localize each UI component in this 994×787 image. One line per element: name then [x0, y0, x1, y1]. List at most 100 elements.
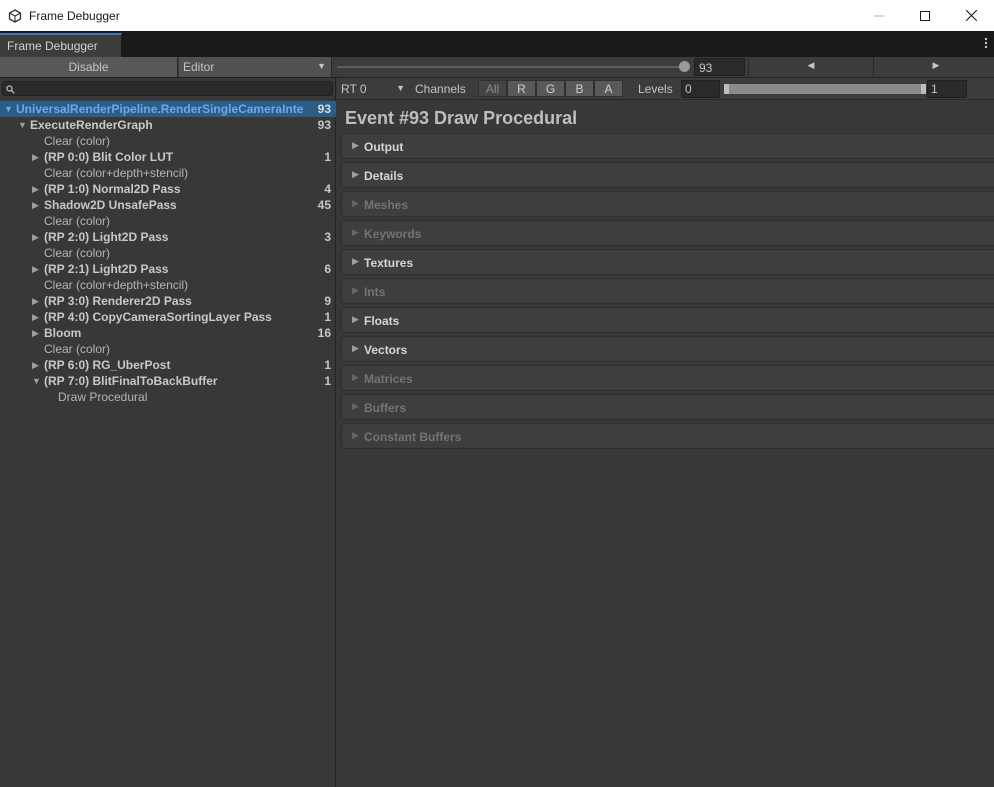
- collapsed-arrow-icon: ▶: [352, 227, 359, 237]
- tree-row[interactable]: Clear (color): [0, 245, 336, 261]
- tree-row-selected[interactable]: ▼ UniversalRenderPipeline.RenderSingleCam…: [0, 101, 336, 117]
- section-keywords: ▶ Keywords: [341, 220, 994, 246]
- search-input[interactable]: [2, 81, 333, 96]
- expanded-arrow-icon[interactable]: ▼: [32, 373, 42, 389]
- levels-min-handle[interactable]: [724, 84, 729, 94]
- tree-row[interactable]: ▶ (RP 3:0) Renderer2D Pass 9: [0, 293, 336, 309]
- tree-row[interactable]: ▶ (RP 2:1) Light2D Pass 6: [0, 261, 336, 277]
- event-index-field[interactable]: 93: [694, 58, 745, 76]
- channel-a-button[interactable]: A: [594, 80, 623, 97]
- tree-row-count: 1: [324, 150, 331, 164]
- target-dropdown[interactable]: Editor ▼: [179, 57, 332, 77]
- collapsed-arrow-icon[interactable]: ▶: [32, 261, 42, 277]
- tree-row-label: UniversalRenderPipeline.RenderSingleCame…: [16, 102, 304, 116]
- levels-min-field[interactable]: 0: [681, 80, 720, 98]
- collapsed-arrow-icon: ▶: [352, 169, 359, 179]
- close-icon[interactable]: [948, 0, 994, 31]
- collapsed-arrow-icon[interactable]: ▶: [32, 325, 42, 341]
- tree-row-label: Clear (color): [44, 342, 111, 356]
- tree-row-label: ExecuteRenderGraph: [30, 118, 153, 132]
- tree-row-count: 16: [317, 326, 331, 340]
- tree-row-label: (RP 7:0) BlitFinalToBackBuffer: [44, 374, 218, 388]
- tree-row-label: Shadow2D UnsafePass: [44, 198, 177, 212]
- section-label: Textures: [364, 256, 414, 270]
- tree-row-count: 3: [324, 230, 331, 244]
- section-floats[interactable]: ▶ Floats: [341, 307, 994, 333]
- levels-range-slider[interactable]: [724, 84, 926, 94]
- expanded-arrow-icon[interactable]: ▼: [18, 117, 28, 133]
- channel-g-button[interactable]: G: [536, 80, 565, 97]
- section-label: Output: [364, 140, 404, 154]
- section-ints: ▶ Ints: [341, 278, 994, 304]
- collapsed-arrow-icon[interactable]: ▶: [32, 293, 42, 309]
- tree-row[interactable]: ▼ (RP 7:0) BlitFinalToBackBuffer 1: [0, 373, 336, 389]
- minimize-icon[interactable]: [856, 0, 902, 31]
- tree-row[interactable]: Clear (color+depth+stencil): [0, 277, 336, 293]
- tab-bar: Frame Debugger: [0, 31, 994, 57]
- channel-b-button[interactable]: B: [565, 80, 594, 97]
- disable-button[interactable]: Disable: [0, 57, 178, 77]
- collapsed-arrow-icon[interactable]: ▶: [32, 149, 42, 165]
- render-target-bar: RT 0 ▼ Channels All R G B A Levels 0 1: [337, 78, 994, 100]
- render-target-value: RT 0: [341, 82, 367, 96]
- tree-row-label: (RP 2:0) Light2D Pass: [44, 230, 169, 244]
- expanded-arrow-icon[interactable]: ▼: [4, 101, 14, 117]
- tree-row[interactable]: Clear (color): [0, 133, 336, 149]
- window-title: Frame Debugger: [29, 8, 120, 23]
- collapsed-arrow-icon[interactable]: ▶: [32, 197, 42, 213]
- render-target-dropdown[interactable]: RT 0 ▼: [338, 79, 407, 98]
- prev-event-icon: ◀: [807, 60, 815, 70]
- tree-row[interactable]: Clear (color+depth+stencil): [0, 165, 336, 181]
- section-output[interactable]: ▶ Output: [341, 133, 994, 159]
- tree-row[interactable]: ▼ ExecuteRenderGraph 93: [0, 117, 336, 133]
- tree-row-count: 9: [324, 294, 331, 308]
- event-slider-knob[interactable]: [679, 61, 690, 72]
- collapsed-arrow-icon[interactable]: ▶: [32, 229, 42, 245]
- tree-row-count: 6: [324, 262, 331, 276]
- tree-row[interactable]: ▶ Bloom 16: [0, 325, 336, 341]
- tree-row[interactable]: ▶ (RP 0:0) Blit Color LUT 1: [0, 149, 336, 165]
- section-details[interactable]: ▶ Details: [341, 162, 994, 188]
- tree-row[interactable]: ▶ Shadow2D UnsafePass 45: [0, 197, 336, 213]
- prev-event-button[interactable]: ◀: [748, 57, 873, 77]
- section-matrices: ▶ Matrices: [341, 365, 994, 391]
- event-tree: ▼ UniversalRenderPipeline.RenderSingleCam…: [0, 101, 336, 405]
- kebab-menu-icon[interactable]: [983, 37, 989, 51]
- levels-max-field[interactable]: 1: [927, 80, 967, 98]
- tree-row[interactable]: Clear (color): [0, 341, 336, 357]
- tree-row-count: 1: [324, 310, 331, 324]
- tree-row[interactable]: Draw Procedural: [0, 389, 336, 405]
- collapsed-arrow-icon[interactable]: ▶: [32, 357, 42, 373]
- tree-row[interactable]: Clear (color): [0, 213, 336, 229]
- collapsed-arrow-icon[interactable]: ▶: [32, 309, 42, 325]
- section-label: Floats: [364, 314, 400, 328]
- tree-row[interactable]: ▶ (RP 6:0) RG_UberPost 1: [0, 357, 336, 373]
- chevron-down-icon: ▼: [396, 83, 405, 93]
- collapsed-arrow-icon: ▶: [352, 198, 359, 208]
- section-label: Keywords: [364, 227, 422, 241]
- section-label: Meshes: [364, 198, 409, 212]
- event-sections: ▶ Output ▶ Details ▶ Meshes ▶ Keywords ▶ Textures…: [341, 133, 994, 452]
- maximize-icon[interactable]: [902, 0, 948, 31]
- levels-max-handle[interactable]: [921, 84, 926, 94]
- collapsed-arrow-icon: ▶: [352, 285, 359, 295]
- tab-frame-debugger[interactable]: Frame Debugger: [0, 33, 122, 57]
- search-icon: [6, 83, 15, 97]
- section-label: Matrices: [364, 372, 413, 386]
- channel-all-button[interactable]: All: [478, 80, 507, 97]
- collapsed-arrow-icon: ▶: [352, 140, 359, 150]
- section-vectors[interactable]: ▶ Vectors: [341, 336, 994, 362]
- tree-row-label: (RP 0:0) Blit Color LUT: [44, 150, 174, 164]
- event-slider-track[interactable]: [337, 66, 685, 68]
- next-event-button[interactable]: ▶: [873, 57, 994, 77]
- tree-row[interactable]: ▶ (RP 4:0) CopyCameraSortingLayer Pass 1: [0, 309, 336, 325]
- tree-row[interactable]: ▶ (RP 1:0) Normal2D Pass 4: [0, 181, 336, 197]
- frame-debugger-toolbar: Disable Editor ▼ 93 ◀ ▶: [0, 57, 994, 78]
- tree-row-count: 4: [324, 182, 331, 196]
- tree-row[interactable]: ▶ (RP 2:0) Light2D Pass 3: [0, 229, 336, 245]
- collapsed-arrow-icon: ▶: [352, 372, 359, 382]
- collapsed-arrow-icon[interactable]: ▶: [32, 181, 42, 197]
- channel-r-button[interactable]: R: [507, 80, 536, 97]
- tree-row-label: Draw Procedural: [58, 390, 148, 404]
- section-textures[interactable]: ▶ Textures: [341, 249, 994, 275]
